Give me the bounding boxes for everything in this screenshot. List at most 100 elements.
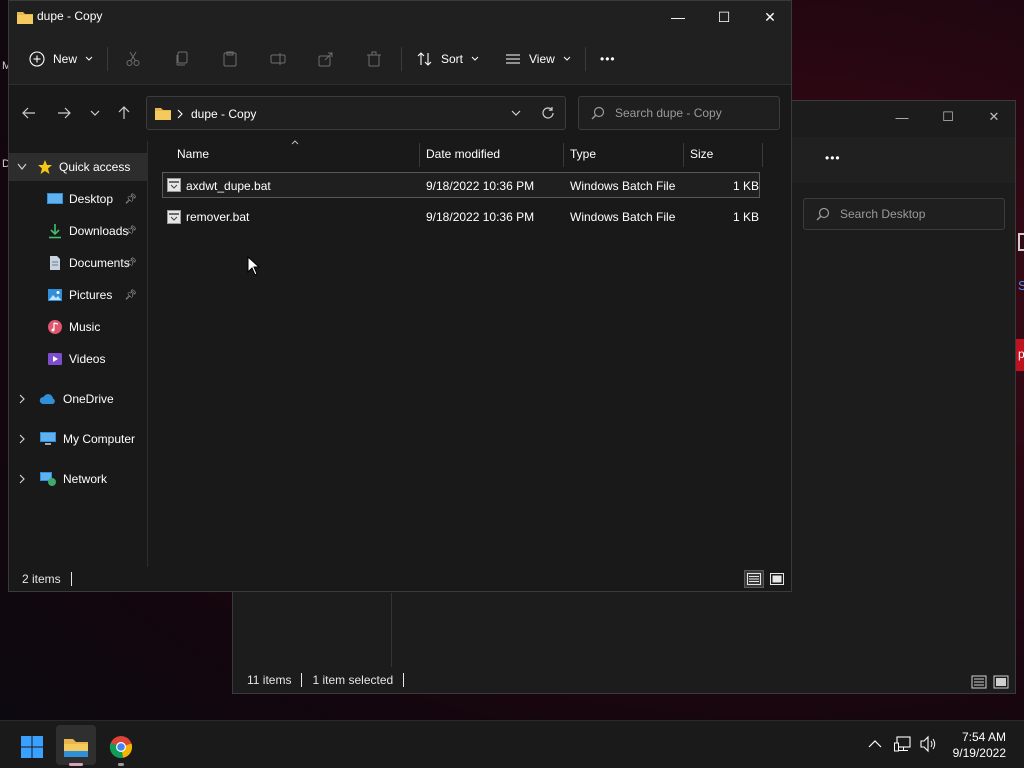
sidebar-item-desktop[interactable]: Desktop 📌︎: [47, 187, 143, 211]
close-button[interactable]: ✕: [747, 1, 793, 33]
view-toggle[interactable]: [744, 570, 787, 588]
sidebar-item-videos[interactable]: Videos: [47, 347, 105, 371]
recent-locations-button[interactable]: [83, 101, 107, 125]
back-button[interactable]: [17, 101, 41, 125]
clock-date: 9/19/2022: [952, 746, 1006, 760]
file-explorer-taskbar-button[interactable]: [58, 729, 94, 765]
command-bar: New Sort View •••: [9, 33, 791, 85]
share-icon: [318, 52, 333, 67]
selected-count: 1 item selected: [312, 673, 394, 687]
network-status-icon[interactable]: [894, 735, 912, 753]
chrome-icon: [109, 736, 133, 759]
sidebar-item-downloads[interactable]: Downloads 📌︎: [47, 219, 143, 243]
sidebar-item-documents[interactable]: Documents 📌︎: [47, 251, 143, 275]
column-divider[interactable]: [419, 143, 420, 167]
chevron-down-icon[interactable]: [17, 163, 27, 171]
forward-button[interactable]: [52, 101, 76, 125]
minimize-button[interactable]: —: [655, 1, 701, 33]
close-button[interactable]: ✕: [971, 101, 1017, 133]
arrow-up-icon: [118, 106, 130, 119]
sidebar-item-pictures[interactable]: Pictures 📌︎: [47, 283, 143, 307]
cloud-icon: [39, 394, 55, 404]
mouse-cursor-icon: [247, 256, 261, 276]
more-options-button[interactable]: •••: [825, 151, 841, 165]
paste-button[interactable]: [222, 47, 238, 71]
sidebar-item-label: Desktop: [69, 192, 114, 206]
copy-button[interactable]: [174, 47, 190, 71]
tab-letter: p: [1018, 347, 1024, 361]
sidebar-item-network[interactable]: Network: [19, 467, 107, 491]
sidebar-item-label: OneDrive: [63, 392, 114, 406]
search-input[interactable]: Search dupe - Copy: [578, 96, 780, 130]
large-icons-view-button[interactable]: [767, 570, 787, 588]
file-date: 9/18/2022 10:36 PM: [426, 179, 535, 193]
computer-icon: [40, 432, 56, 445]
up-button[interactable]: [112, 101, 136, 125]
chevron-right-icon[interactable]: [19, 394, 25, 404]
view-button[interactable]: View: [505, 47, 571, 71]
explorer-window[interactable]: dupe - Copy — ☐ ✕ New Sort View ••• dupe…: [8, 0, 792, 592]
view-toggle[interactable]: [971, 675, 1009, 689]
file-row[interactable]: remover.bat 9/18/2022 10:36 PM Windows B…: [162, 204, 760, 230]
chevron-up-icon[interactable]: [868, 739, 882, 749]
sidebar-item-label: Videos: [69, 352, 106, 366]
sidebar-item-onedrive[interactable]: OneDrive: [19, 387, 114, 411]
sort-icon: [417, 52, 432, 66]
volume-icon[interactable]: [919, 735, 937, 753]
clock[interactable]: 7:54 AM 9/19/2022: [953, 729, 1006, 761]
sort-label: Sort: [441, 52, 464, 66]
column-header-name[interactable]: Name: [177, 147, 209, 161]
divider: [585, 47, 586, 71]
cut-button[interactable]: [125, 47, 141, 71]
more-options-button[interactable]: •••: [600, 47, 616, 71]
large-icons-view-icon[interactable]: [993, 675, 1009, 689]
pin-icon: 📌︎: [124, 289, 137, 301]
maximize-button[interactable]: ☐: [925, 101, 971, 133]
cut-icon: [126, 51, 140, 66]
item-count: 11 items: [247, 673, 292, 687]
chevron-right-icon[interactable]: [19, 434, 25, 444]
sidebar-item-my-computer[interactable]: My Computer: [19, 427, 135, 451]
start-button[interactable]: [14, 729, 50, 765]
sidebar-item-label: Music: [69, 320, 101, 334]
column-header-date[interactable]: Date modified: [426, 147, 500, 161]
column-divider[interactable]: [683, 143, 684, 167]
column-header-type[interactable]: Type: [570, 147, 596, 161]
file-row[interactable]: axdwt_dupe.bat 9/18/2022 10:36 PM Window…: [162, 172, 760, 198]
sidebar-item-quick-access[interactable]: Quick access: [17, 155, 130, 179]
delete-button[interactable]: [366, 47, 382, 71]
chevron-down-icon[interactable]: [511, 110, 521, 116]
sidebar-item-label: Quick access: [59, 160, 131, 174]
chevron-down-icon: [90, 110, 100, 116]
checkbox-icon: [1018, 233, 1024, 251]
sidebar-item-music[interactable]: Music: [47, 315, 100, 339]
search-input[interactable]: Search Desktop: [803, 198, 1005, 230]
search-placeholder: Search Desktop: [840, 207, 926, 221]
videos-icon: [48, 353, 62, 365]
chrome-taskbar-button[interactable]: [103, 729, 139, 765]
details-view-icon[interactable]: [971, 675, 987, 689]
chevron-right-icon[interactable]: [19, 474, 25, 484]
column-divider[interactable]: [563, 143, 564, 167]
column-header-size[interactable]: Size: [690, 147, 713, 161]
refresh-icon[interactable]: [541, 106, 555, 120]
plus-circle-icon: [29, 51, 45, 67]
sort-button[interactable]: Sort: [417, 47, 479, 71]
window-title: dupe - Copy: [37, 9, 103, 23]
details-view-button[interactable]: [744, 570, 764, 588]
new-button[interactable]: New: [29, 47, 93, 71]
column-divider[interactable]: [762, 143, 763, 167]
chevron-right-icon: [177, 109, 183, 119]
maximize-button[interactable]: ☐: [701, 1, 747, 33]
address-bar[interactable]: dupe - Copy: [146, 96, 566, 130]
sort-ascending-icon: [291, 140, 299, 145]
windows-logo-icon: [21, 736, 43, 758]
rename-button[interactable]: [270, 47, 286, 71]
arrow-right-icon: [58, 107, 71, 119]
minimize-button[interactable]: —: [879, 101, 925, 133]
title-bar[interactable]: dupe - Copy — ☐ ✕: [9, 1, 791, 33]
pictures-icon: [48, 289, 62, 301]
folder-icon: [17, 12, 33, 24]
breadcrumb[interactable]: dupe - Copy: [191, 107, 256, 121]
share-button[interactable]: [318, 47, 334, 71]
